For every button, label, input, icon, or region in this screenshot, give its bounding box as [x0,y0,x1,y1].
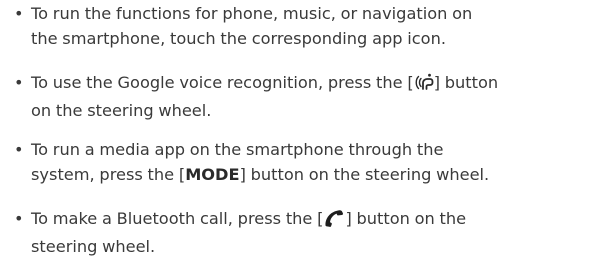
text-line: To run the functions for phone, music, o… [31,4,473,23]
instruction-text: To run a media app on the smartphone thr… [14,137,606,187]
bullet: • [14,4,24,23]
instruction-page: • To run the functions for phone, music,… [0,0,613,258]
list-item: • To use the Google voice recognition, p… [14,70,606,123]
text-segment: To make a Bluetooth call, press the [ [31,209,324,228]
instruction-text: To run the functions for phone, music, o… [14,1,606,51]
phone-call-icon [323,208,345,234]
text-line: steering wheel. [31,237,156,256]
list-item: • To run the functions for phone, music,… [14,1,606,51]
text-line: To use the Google voice recognition, pre… [31,70,606,98]
text-segment: ] button [433,73,499,92]
bullet: • [14,140,24,159]
text-line: the smartphone, touch the corresponding … [31,29,446,48]
bullet: • [14,73,24,92]
text-segment: ] button on the [345,209,467,228]
text-line: system, press the [MODE] button on the s… [31,162,606,187]
instruction-text: To use the Google voice recognition, pre… [14,70,606,123]
list-item: • To run a media app on the smartphone t… [14,137,606,187]
instruction-text: To make a Bluetooth call, press the [ ] … [14,206,606,259]
text-segment: system, press the [ [31,165,186,184]
text-segment: To use the Google voice recognition, pre… [31,73,414,92]
text-line: on the steering wheel. [31,101,212,120]
text-segment: ] button on the steering wheel. [239,165,490,184]
list-item: • To make a Bluetooth call, press the [ … [14,206,606,259]
bullet: • [14,209,24,228]
text-line: To make a Bluetooth call, press the [ ] … [31,206,606,234]
voice-recognition-icon [414,72,434,98]
text-line: To run a media app on the smartphone thr… [31,140,444,159]
mode-button-label: MODE [185,165,240,184]
